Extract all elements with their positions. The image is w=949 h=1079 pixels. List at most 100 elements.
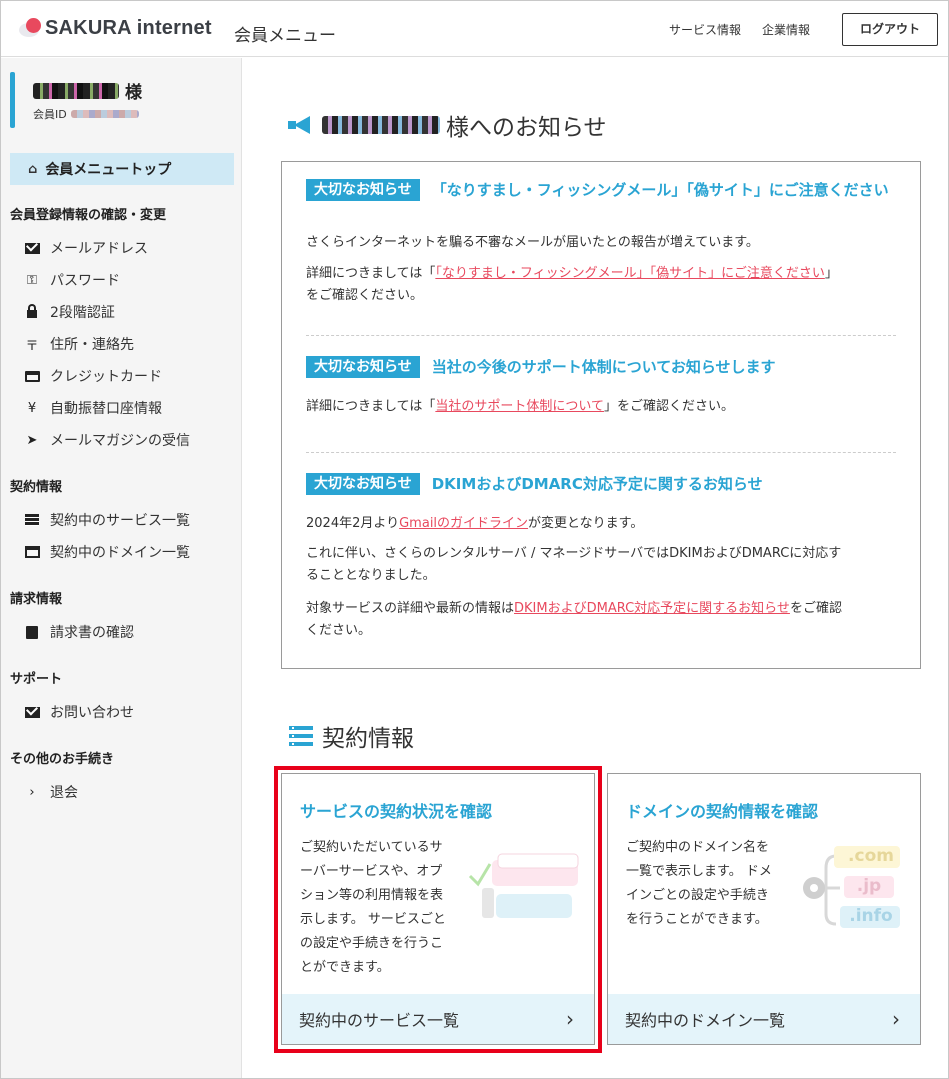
- sidebar-item-label: パスワード: [50, 273, 120, 289]
- card-title: サービスの契約状況を確認: [300, 802, 493, 821]
- sidebar-item-2fa[interactable]: 2段階認証: [23, 302, 115, 322]
- paper-plane-icon: ➤: [26, 432, 38, 448]
- domain-info-label: .info: [849, 906, 893, 926]
- notice-text: 2024年2月よりGmailのガイドラインが変更となります。: [306, 516, 644, 531]
- gmail-guideline-link[interactable]: Gmailのガイドライン: [399, 516, 528, 531]
- invoice-icon: [23, 625, 41, 639]
- mail-icon: [23, 706, 41, 718]
- notices-title-text: 様へのお知らせ: [446, 115, 607, 141]
- domain-list-footer-link[interactable]: 契約中のドメイン一覧 ›: [608, 994, 920, 1044]
- service-list-footer-link[interactable]: 契約中のサービス一覧 ›: [282, 994, 594, 1044]
- sidebar-item-email[interactable]: メールアドレス: [23, 238, 148, 258]
- server-icon: [23, 514, 41, 526]
- card-description: ご契約いただいているサ ーバーサービスや、オプ ション等の利用情報を表 示します…: [300, 840, 446, 975]
- sidebar: 様 会員ID ⌂ 会員メニュートップ 会員登録情報の確認・変更 メールアドレス …: [1, 58, 242, 1078]
- sidebar-item-label: 2段階認証: [50, 305, 115, 321]
- notice-text: これに伴い、さくらのレンタルサーバ / マネージドサーバではDKIMおよびDMA…: [306, 546, 842, 583]
- sidebar-item-bank-transfer[interactable]: ¥ 自動振替口座情報: [23, 398, 162, 418]
- sidebar-item-label: 請求書の確認: [50, 625, 134, 641]
- divider: [306, 452, 896, 453]
- contract-title-text: 契約情報: [322, 726, 414, 752]
- sidebar-section-title: 請求情報: [10, 592, 63, 607]
- sidebar-item-address[interactable]: 〒住所・連絡先: [23, 334, 134, 354]
- company-info-link[interactable]: 企業情報: [762, 21, 810, 38]
- sakura-logo-icon: [17, 16, 41, 40]
- user-suffix: 様: [125, 83, 142, 103]
- top-header: SAKURA internet 会員メニュー サービス情報 企業情報 ログアウト: [1, 1, 948, 57]
- sidebar-item-label: 会員メニュートップ: [45, 162, 172, 178]
- logout-button[interactable]: ログアウト: [842, 13, 938, 46]
- notice-text: さくらインターネットを騙る不審なメールが届いたとの報告が増えています。: [306, 235, 759, 250]
- service-contract-card[interactable]: サービスの契約状況を確認 ご契約いただいているサ ーバーサービスや、オプ ション…: [281, 773, 595, 1045]
- card-title: ドメインの契約情報を確認: [626, 802, 819, 821]
- member-id-label: 会員ID: [33, 108, 67, 121]
- megaphone-icon: [288, 115, 314, 135]
- notice-title[interactable]: 大切なお知らせ DKIMおよびDMARC対応予定に関するお知らせ: [306, 473, 896, 495]
- user-name-redacted: [322, 116, 440, 134]
- key-icon: ⚿: [27, 272, 37, 288]
- home-icon: ⌂: [28, 161, 38, 177]
- user-name-redacted: [33, 82, 119, 99]
- sidebar-item-member-top[interactable]: ⌂ 会員メニュートップ: [10, 153, 234, 185]
- important-badge: 大切なお知らせ: [306, 179, 420, 201]
- divider: [306, 335, 896, 336]
- mail-icon: [23, 242, 41, 254]
- domain-com-label: .com: [848, 846, 894, 866]
- notice-title[interactable]: 大切なお知らせ 当社の今後のサポート体制についてお知らせします: [306, 356, 896, 378]
- service-info-link[interactable]: サービス情報: [669, 21, 741, 38]
- sidebar-item-withdraw[interactable]: › 退会: [23, 782, 78, 802]
- notice-text: 対象サービスの詳細や最新の情報はDKIMおよびDMARC対応予定に関するお知らせ…: [306, 601, 842, 638]
- service-illustration-icon: [468, 853, 579, 918]
- notice-box: 大切なお知らせ 「なりすまし・フィッシングメール」「偽サイト」にご注意ください さ…: [281, 161, 921, 669]
- notice-title-text: 当社の今後のサポート体制についてお知らせします: [431, 358, 776, 376]
- sidebar-section-title: サポート: [10, 672, 63, 687]
- sidebar-item-contact[interactable]: お問い合わせ: [23, 702, 134, 722]
- domain-contract-card[interactable]: ドメインの契約情報を確認 ご契約中のドメイン名を 一覧で表示します。 ドメ イン…: [607, 773, 921, 1045]
- sidebar-item-label: 住所・連絡先: [50, 337, 134, 353]
- sidebar-item-credit-card[interactable]: クレジットカード: [23, 366, 162, 386]
- sidebar-item-label: メールアドレス: [50, 241, 148, 257]
- sakura-logo[interactable]: SAKURA internet: [17, 16, 212, 40]
- sidebar-item-password[interactable]: ⚿ パスワード: [23, 270, 120, 290]
- notice-text: 詳細につきましては「当社のサポート体制について」をご確認ください。: [306, 399, 734, 414]
- sidebar-section-title: 契約情報: [10, 480, 63, 495]
- sidebar-item-label: 自動振替口座情報: [50, 401, 162, 417]
- notice-title-text: DKIMおよびDMARC対応予定に関するお知らせ: [431, 475, 763, 493]
- notice-text: 詳細につきましては「「なりすまし・フィッシングメール」「偽サイト」にご注意くださ…: [306, 266, 838, 303]
- card-footer-label: 契約中のドメイン一覧: [625, 1011, 786, 1030]
- sidebar-item-label: 契約中のサービス一覧: [50, 513, 190, 529]
- card-footer-label: 契約中のサービス一覧: [299, 1011, 460, 1030]
- user-name: 様: [33, 78, 142, 103]
- sidebar-item-label: メールマガジンの受信: [50, 433, 190, 449]
- sidebar-item-label: 退会: [50, 785, 78, 801]
- sidebar-item-label: お問い合わせ: [50, 705, 134, 721]
- window-icon: [23, 546, 41, 558]
- logo-text: SAKURA internet: [45, 16, 212, 39]
- sidebar-section-title: その他のお手続き: [10, 752, 115, 767]
- chevron-right-icon: ›: [566, 1007, 574, 1031]
- sidebar-item-domain-list[interactable]: 契約中のドメイン一覧: [23, 542, 190, 562]
- member-id: 会員ID: [33, 106, 139, 122]
- credit-card-icon: [23, 370, 41, 382]
- notice-title[interactable]: 大切なお知らせ 「なりすまし・フィッシングメール」「偽サイト」にご注意ください: [306, 179, 896, 201]
- dkim-dmarc-link[interactable]: DKIMおよびDMARC対応予定に関するお知らせ: [514, 601, 790, 616]
- header-title: 会員メニュー: [234, 26, 336, 46]
- member-id-redacted: [70, 110, 139, 118]
- contract-section-title: 契約情報: [289, 719, 414, 753]
- phishing-notice-link[interactable]: 「なりすまし・フィッシングメール」「偽サイト」にご注意ください: [435, 266, 824, 281]
- important-badge: 大切なお知らせ: [306, 473, 420, 495]
- sidebar-item-label: 契約中のドメイン一覧: [50, 545, 190, 561]
- list-icon: [289, 726, 313, 746]
- important-badge: 大切なお知らせ: [306, 356, 420, 378]
- lock-icon: [23, 304, 41, 318]
- sidebar-section-title: 会員登録情報の確認・変更: [10, 208, 167, 223]
- notices-title: 様へのお知らせ: [288, 108, 607, 142]
- notice-title-text: 「なりすまし・フィッシングメール」「偽サイト」にご注意ください: [431, 181, 889, 199]
- postal-icon: 〒: [25, 338, 39, 354]
- sidebar-item-service-list[interactable]: 契約中のサービス一覧: [23, 510, 190, 530]
- support-system-link[interactable]: 当社のサポート体制について: [435, 399, 604, 414]
- sidebar-item-invoice[interactable]: 請求書の確認: [23, 622, 134, 642]
- user-accent-bar: [10, 72, 15, 128]
- sidebar-item-mail-magazine[interactable]: ➤ メールマガジンの受信: [23, 430, 190, 450]
- domain-jp-label: .jp: [856, 876, 882, 896]
